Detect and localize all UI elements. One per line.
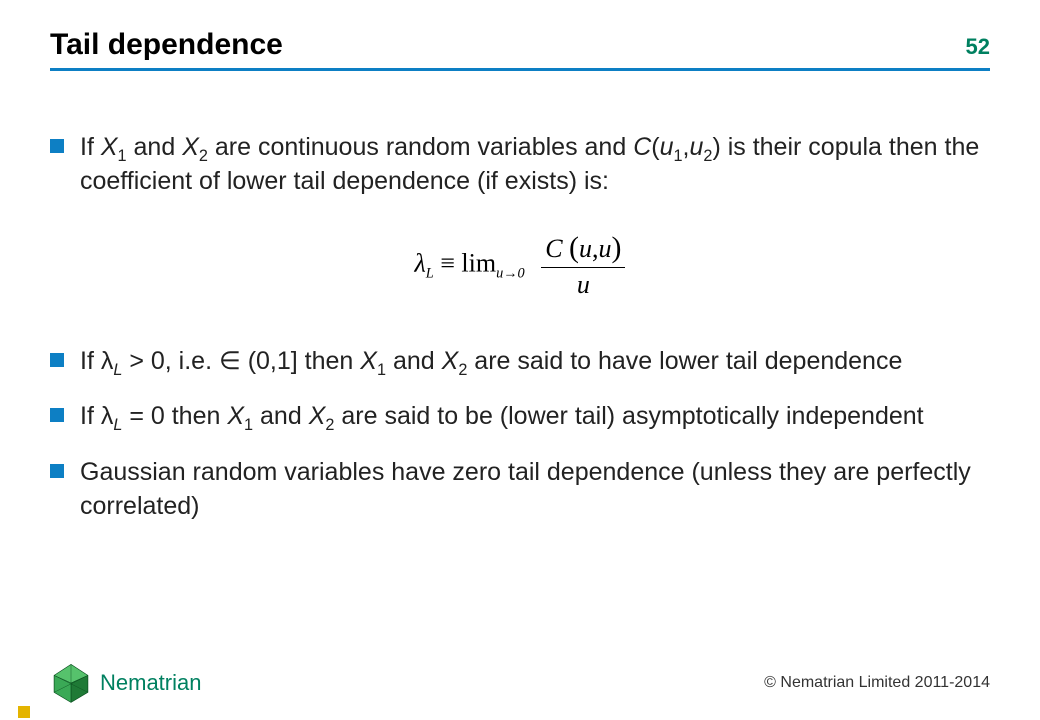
bullet-icon [50,464,64,478]
fraction-numerator: C (u,u) [541,231,625,268]
lambda-symbol: λ [101,402,114,430]
text-fragment: and [253,402,309,430]
variable-c: C [633,133,651,161]
text-fragment: are said to have lower tail dependence [467,347,902,375]
lambda-symbol: λ [101,347,114,375]
paren-close: ) [612,231,622,264]
bullet-text: If X1 and X2 are continuous random varia… [80,131,990,199]
bullet-icon [50,408,64,422]
variable-x2: X [182,133,199,161]
bullet-item: If λL > 0, i.e. ∈ (0,1] then X1 and X2 a… [50,345,990,379]
text-fragment: are said to be (lower tail) asymptotical… [334,402,923,430]
bullet-item: If λL = 0 then X1 and X2 are said to be … [50,400,990,434]
gold-square-icon [18,706,30,718]
variable-c: C [545,234,562,263]
formula: λL ≡ limu→0 C (u,u) u [50,231,990,300]
lambda-symbol: λ [415,248,426,277]
bullet-text: Gaussian random variables have zero tail… [80,456,990,524]
subscript-2: 2 [458,361,467,379]
subscript-1: 1 [118,147,127,165]
slide-title: Tail dependence [50,28,283,62]
variable-u2: u [689,133,703,161]
equiv-symbol: ≡ [434,248,462,277]
copyright-text: © Nematrian Limited 2011-2014 [764,674,990,692]
paren-close: ) [712,133,720,161]
variable-x1: X [227,402,244,430]
bullet-item: Gaussian random variables have zero tail… [50,456,990,524]
variable-x2: X [309,402,326,430]
text-fragment: > 0, i.e. ∈ (0,1] then [122,347,360,375]
paren-open: ( [651,133,659,161]
slide: Tail dependence 52 If X1 and X2 are cont… [0,0,1040,720]
title-underline [50,68,990,71]
bullet-icon [50,139,64,153]
subscript-1: 1 [673,147,682,165]
variable-u1: u [660,133,674,161]
slide-header: Tail dependence 52 [50,28,990,62]
text-fragment: If [80,402,101,430]
footer-left: Nematrian [50,662,201,704]
text-fragment: If [80,133,101,161]
bullet-text: If λL > 0, i.e. ∈ (0,1] then X1 and X2 a… [80,345,902,379]
bullet-icon [50,353,64,367]
variable-u: u [599,234,612,263]
fraction: C (u,u) u [541,231,625,300]
bullet-text: If λL = 0 then X1 and X2 are said to be … [80,400,924,434]
subscript-1: 1 [244,416,253,434]
lim-subscript: u→0 [496,265,525,281]
lambda-subscript: L [426,265,434,281]
slide-content: If X1 and X2 are continuous random varia… [50,131,990,524]
bullet-item: If X1 and X2 are continuous random varia… [50,131,990,199]
paren-open: ( [569,231,579,264]
subscript-1: 1 [377,361,386,379]
variable-u: u [579,234,592,263]
brand-name: Nematrian [100,670,201,696]
variable-x1: X [360,347,377,375]
slide-footer: Nematrian © Nematrian Limited 2011-2014 [0,662,1040,704]
subscript-2: 2 [199,147,208,165]
text-fragment: = 0 then [122,402,227,430]
variable-x2: X [442,347,459,375]
text-fragment: and [127,133,183,161]
text-fragment: and [386,347,442,375]
text-fragment: If [80,347,101,375]
nematrian-logo-icon [50,662,92,704]
variable-x1: X [101,133,118,161]
page-number: 52 [966,34,990,60]
fraction-denominator: u [541,268,625,300]
lim-operator: lim [461,248,496,277]
text-fragment: are continuous random variables and [208,133,633,161]
